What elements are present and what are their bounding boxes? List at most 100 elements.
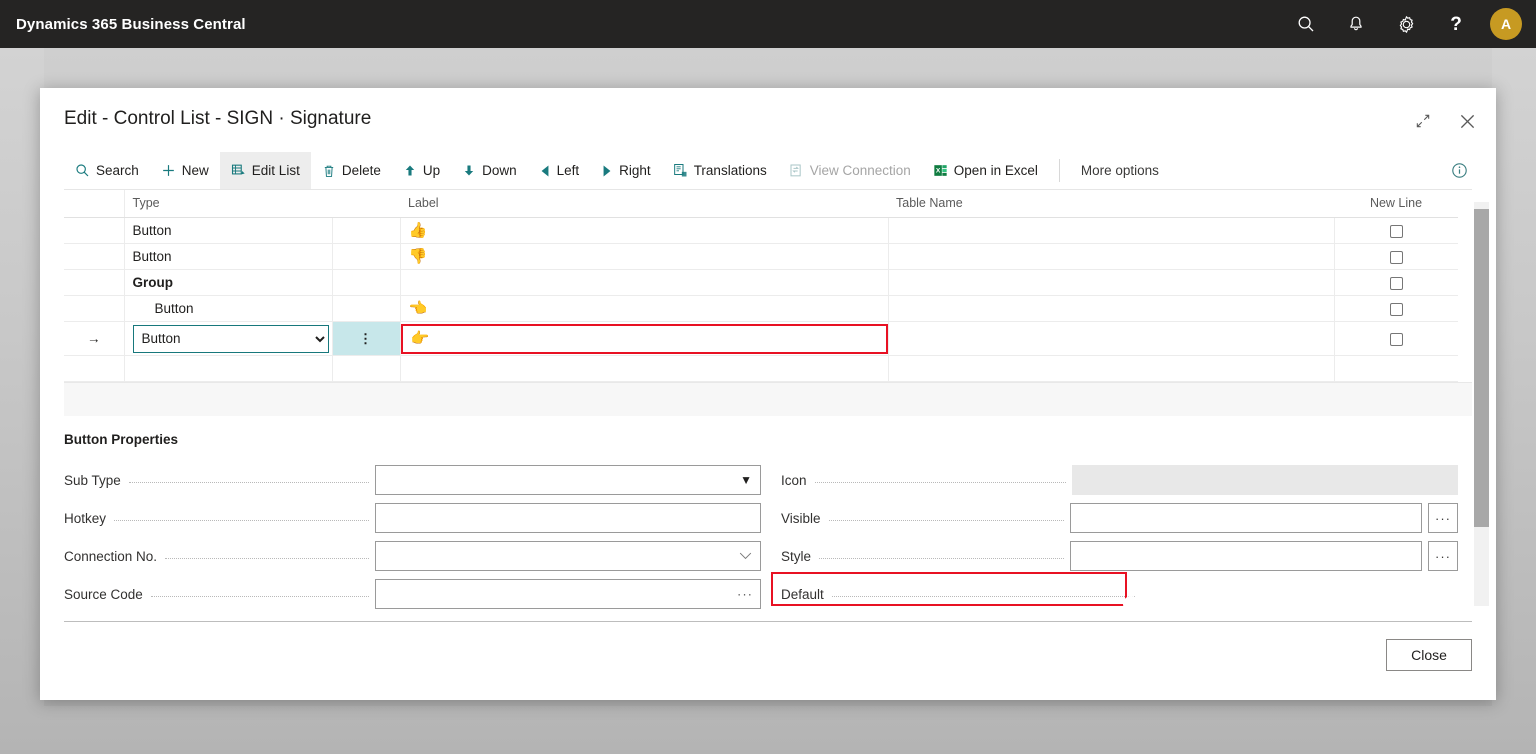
new-line-checkbox[interactable] [1389, 250, 1403, 264]
row-indicator [64, 217, 125, 244]
col-table-name[interactable]: Table Name [888, 190, 1334, 218]
cell-type[interactable]: Button [124, 217, 333, 244]
new-line-checkbox[interactable] [1389, 302, 1403, 316]
toolbar-more-options-button[interactable]: More options [1070, 152, 1170, 189]
col-label[interactable]: Label [400, 190, 888, 218]
table-row[interactable]: Group [64, 269, 1458, 296]
cell-label[interactable] [400, 355, 889, 382]
dialog-footer: Close [64, 622, 1472, 688]
table-row[interactable]: Button 👎 [64, 243, 1458, 270]
row-indicator: → [64, 321, 125, 356]
toolbar-view-connection-button[interactable]: View Connection [778, 152, 922, 189]
row-indicator [64, 295, 125, 322]
table-body: Button 👍 Button 👎 Group Button 👈 → Butto… [64, 217, 1458, 382]
cell-table-name[interactable] [888, 269, 1335, 296]
restore-down-icon[interactable] [1408, 106, 1438, 136]
visible-input[interactable] [1070, 503, 1422, 533]
search-icon[interactable] [1281, 0, 1331, 48]
toolbar-translations-button[interactable]: Translations [662, 152, 778, 189]
label-editor-highlight[interactable]: 👉 [400, 323, 888, 354]
toolbar-right-button[interactable]: Right [590, 152, 662, 189]
table-row[interactable]: Button 👍 [64, 217, 1458, 244]
leader-dots [828, 511, 1064, 521]
toolbar-open-in-excel-button[interactable]: X Open in Excel [922, 152, 1049, 189]
cell-table-name[interactable] [888, 321, 1335, 356]
table-row-empty[interactable] [64, 355, 1458, 382]
col-type[interactable]: Type [124, 190, 332, 218]
source-code-label: Source Code [64, 586, 143, 602]
table-header: Type Label Table Name New Line [64, 190, 1458, 218]
toolbar-item-label: Open in Excel [953, 163, 1038, 178]
default-toggle-knob [1123, 596, 1139, 612]
close-icon[interactable] [1452, 106, 1482, 136]
connection-no-input[interactable] [375, 541, 761, 571]
row-menu-button[interactable]: ⋮ [332, 321, 401, 356]
avatar[interactable]: A [1490, 8, 1522, 40]
cell-label-emoji: 👍 [408, 222, 428, 239]
col-actions [332, 190, 400, 218]
table-row[interactable]: Button 👈 [64, 295, 1458, 322]
cell-label[interactable]: 👍 [400, 217, 889, 244]
visible-assist-button[interactable]: ··· [1428, 503, 1458, 533]
cell-table-name[interactable] [888, 355, 1335, 382]
settings-icon[interactable] [1381, 0, 1431, 48]
cell-type[interactable]: Button [124, 295, 333, 322]
cell-label[interactable]: 👎 [400, 243, 889, 270]
arrow-down-icon [462, 163, 476, 178]
edit-control-list-dialog: Edit - Control List - SIGN · Signature S… [40, 88, 1496, 700]
toolbar-left-button[interactable]: Left [528, 152, 591, 189]
cell-type[interactable]: Group [124, 269, 333, 296]
scrollbar-thumb[interactable] [1474, 209, 1489, 527]
cell-new-line[interactable] [1334, 217, 1458, 244]
dialog-header-buttons [1408, 106, 1482, 136]
icon-input [1072, 465, 1458, 495]
arrow-right-icon [601, 164, 613, 178]
toolbar-edit-list-button[interactable]: Edit List [219, 152, 311, 189]
grid-vertical-scrollbar[interactable] [1474, 202, 1489, 606]
field-row-connection-no: Connection No. [64, 537, 761, 575]
cell-label[interactable] [400, 269, 889, 296]
cell-new-line[interactable] [1334, 243, 1458, 270]
field-row-default: Default [771, 572, 1141, 613]
hotkey-input[interactable] [375, 503, 761, 533]
toolbar-up-button[interactable]: Up [392, 152, 451, 189]
cell-type[interactable]: Button [124, 243, 333, 270]
cell-label[interactable]: 👈 [400, 295, 889, 322]
new-line-checkbox[interactable] [1389, 276, 1403, 290]
sub-type-select[interactable] [375, 465, 761, 495]
toolbar-item-label: Edit List [251, 163, 300, 178]
cell-type-editor[interactable]: Button [124, 321, 333, 356]
field-row-hotkey: Hotkey [64, 499, 761, 537]
edit-list-icon [231, 163, 246, 178]
cell-new-line[interactable] [1334, 355, 1458, 382]
table-row-selected[interactable]: → Button ⋮ 👉 [64, 321, 1458, 356]
cell-new-line[interactable] [1334, 295, 1458, 322]
source-code-input[interactable] [375, 579, 761, 609]
style-assist-button[interactable]: ··· [1428, 541, 1458, 571]
cell-table-name[interactable] [888, 243, 1335, 270]
cell-table-name[interactable] [888, 217, 1335, 244]
sub-type-label: Sub Type [64, 472, 121, 488]
toolbar-search-button[interactable]: Search [64, 152, 150, 189]
cell-type[interactable] [124, 355, 333, 382]
info-icon[interactable] [1451, 152, 1472, 189]
excel-icon: X [933, 163, 948, 178]
new-line-checkbox[interactable] [1389, 332, 1403, 346]
cell-label-editing[interactable]: 👉 [400, 321, 889, 356]
notifications-icon[interactable] [1331, 0, 1381, 48]
button-properties-section: Button Properties Sub Type ▼ Hotkey Conn… [64, 416, 1472, 613]
help-icon[interactable]: ? [1431, 0, 1481, 48]
new-line-checkbox[interactable] [1389, 224, 1403, 238]
toolbar-delete-button[interactable]: Delete [311, 152, 392, 189]
toolbar-new-button[interactable]: New [150, 152, 220, 189]
col-new-line[interactable]: New Line [1334, 190, 1458, 218]
close-button[interactable]: Close [1386, 639, 1472, 671]
toolbar-item-label: Translations [693, 163, 767, 178]
toolbar-separator [1058, 159, 1060, 182]
style-input[interactable] [1070, 541, 1422, 571]
cell-table-name[interactable] [888, 295, 1335, 322]
cell-new-line[interactable] [1334, 269, 1458, 296]
toolbar-down-button[interactable]: Down [451, 152, 528, 189]
cell-new-line[interactable] [1334, 321, 1458, 356]
type-dropdown[interactable]: Button [132, 324, 329, 353]
